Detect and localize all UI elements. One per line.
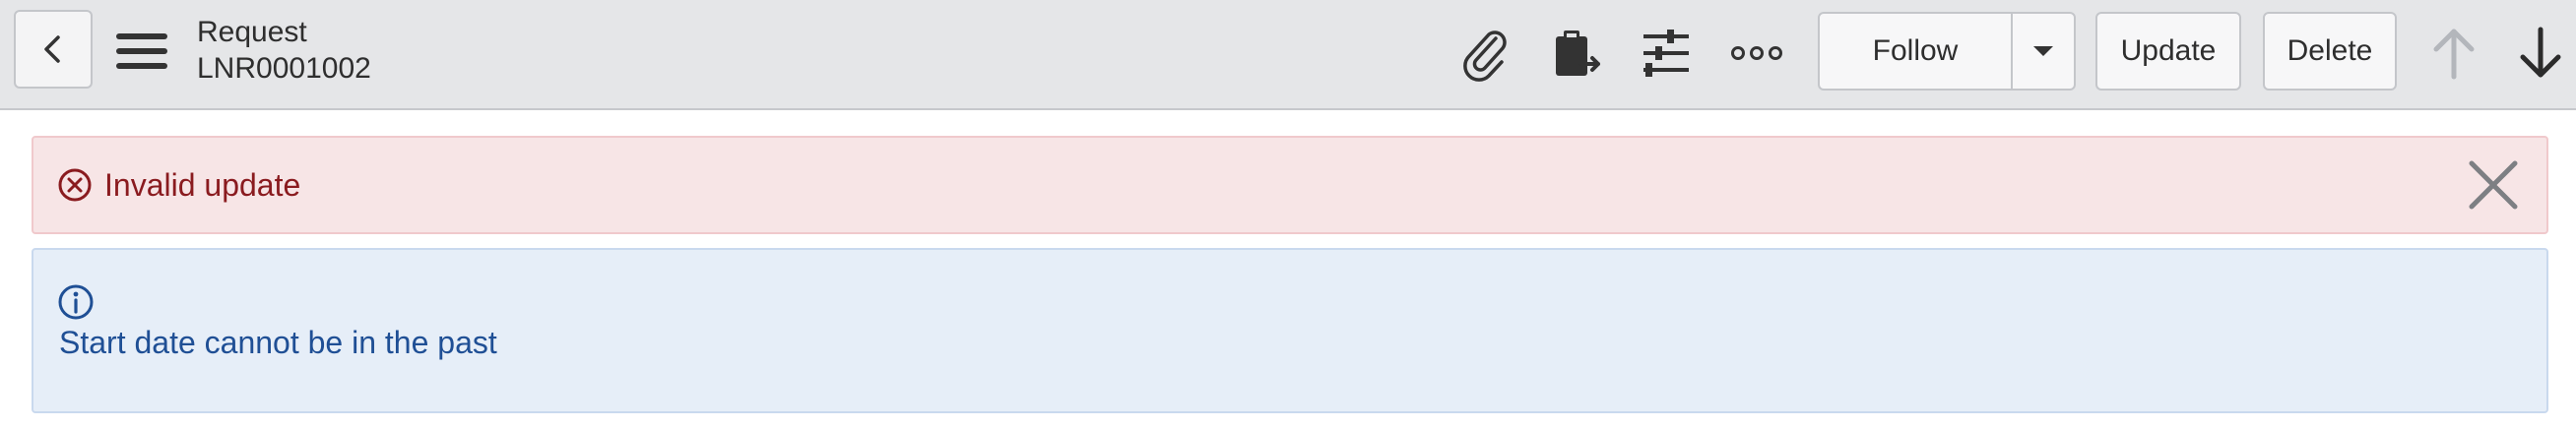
record-number: LNR0001002 [197, 52, 371, 85]
sliders-icon [1643, 30, 1689, 77]
template-button[interactable] [1544, 22, 1607, 85]
more-options-button[interactable] [1725, 22, 1788, 85]
record-title: Request LNR0001002 [197, 14, 371, 87]
attachment-button[interactable] [1453, 22, 1516, 85]
arrow-up-icon [2433, 29, 2475, 80]
error-circle-icon [58, 168, 92, 202]
back-button[interactable] [14, 10, 93, 89]
follow-button-group: Follow [1818, 12, 2076, 91]
hamburger-menu-button[interactable] [114, 30, 169, 73]
paperclip-icon [1463, 31, 1507, 82]
more-icon [1731, 46, 1782, 60]
delete-button[interactable]: Delete [2263, 12, 2397, 91]
record-type: Request [197, 16, 307, 48]
clipboard-export-icon [1556, 31, 1600, 76]
next-record-button[interactable] [2509, 22, 2572, 85]
info-alert: Start date cannot be in the past [32, 248, 2548, 413]
personalize-button[interactable] [1635, 22, 1698, 85]
previous-record-button[interactable] [2422, 22, 2485, 85]
form-header: Request LNR0001002 Follow Update Delete [0, 0, 2576, 110]
caret-down-icon [2033, 46, 2053, 56]
hamburger-icon [116, 33, 167, 69]
arrow-down-icon [2520, 27, 2561, 78]
error-message: Invalid update [104, 166, 301, 203]
error-alert: Invalid update [32, 136, 2548, 234]
close-icon[interactable] [2466, 157, 2521, 213]
follow-button[interactable]: Follow [1820, 14, 2013, 89]
update-button[interactable]: Update [2095, 12, 2241, 91]
info-message: Start date cannot be in the past [59, 325, 497, 360]
follow-dropdown-button[interactable] [2013, 14, 2074, 89]
chevron-left-icon [44, 35, 60, 63]
info-circle-icon [58, 284, 94, 320]
